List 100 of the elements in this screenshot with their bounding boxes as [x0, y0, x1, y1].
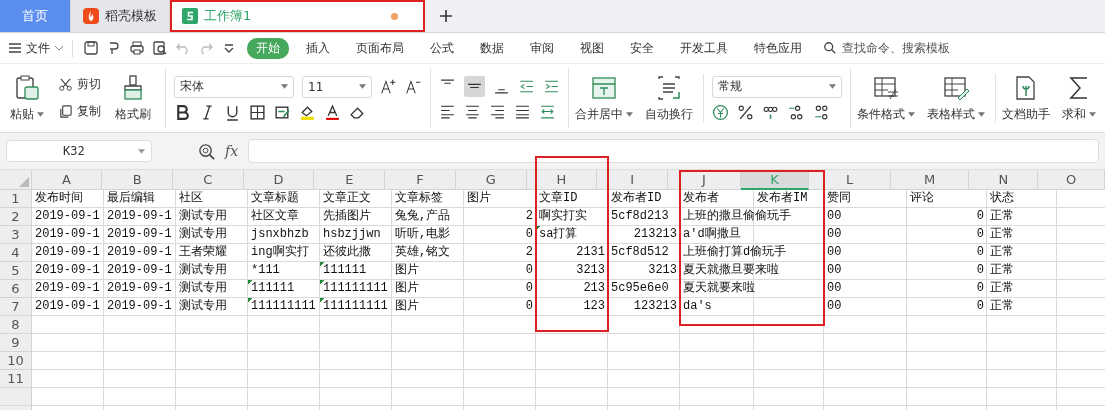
wrap-text-button[interactable]: 自动换行 [639, 73, 704, 123]
ribbon-tab[interactable]: 特色应用 [745, 37, 811, 59]
align-right-icon[interactable] [489, 103, 506, 120]
new-tab-icon[interactable] [439, 9, 453, 23]
conditional-format-button[interactable]: 条件格式 [851, 73, 921, 123]
fill-style-icon[interactable] [274, 103, 291, 121]
table-cell-text: 3213 [647, 262, 678, 279]
column-header[interactable]: O [1038, 170, 1105, 190]
decrease-indent-icon[interactable] [518, 78, 535, 95]
table-cell-text: 2019-09-1 [34, 226, 101, 243]
align-left-icon[interactable] [439, 103, 456, 120]
table-cell-text: 文章标题 [250, 190, 300, 207]
table-cell-text: 0 [975, 298, 985, 315]
row-header[interactable]: 8 [0, 316, 32, 334]
table-cell-text: 123 [582, 298, 606, 315]
sum-button[interactable]: 求和 [1056, 73, 1102, 123]
fill-color-icon[interactable] [299, 103, 316, 121]
caret-icon [138, 148, 145, 154]
row-header[interactable]: 11 [0, 370, 32, 388]
caret-icon [626, 111, 633, 117]
table-cell-text: 社区文章 [250, 208, 300, 225]
column-header[interactable]: G [455, 170, 527, 190]
row-header[interactable]: 4 [0, 244, 32, 262]
table-cell-text: 发布者IM [756, 190, 809, 207]
table-cell-text: 2019-09-1 [106, 280, 173, 297]
justify-icon[interactable] [514, 103, 531, 120]
caret-icon [978, 111, 985, 117]
merge-center-button[interactable]: 合并居中 [569, 73, 639, 123]
distribute-icon[interactable] [539, 103, 556, 120]
row-header[interactable]: 10 [0, 352, 32, 370]
column-header[interactable]: E [314, 170, 386, 190]
table-cell-text: ing啊实打 [250, 244, 310, 261]
table-cell-text: hsbzjjwn [322, 226, 382, 243]
save-icon[interactable] [83, 40, 99, 56]
ribbon-tab[interactable]: 视图 [571, 37, 613, 59]
row-header[interactable]: 6 [0, 280, 32, 298]
ribbon-tab[interactable]: 公式 [421, 37, 463, 59]
ribbon-tab[interactable]: 页面布局 [347, 37, 413, 59]
print-icon[interactable] [129, 40, 145, 56]
cut-button[interactable]: 剪切 [58, 76, 101, 93]
formula-field[interactable] [248, 139, 1099, 163]
currency-icon[interactable] [712, 103, 729, 121]
row-header[interactable]: 2 [0, 208, 32, 226]
copy-button[interactable]: 复制 [58, 103, 101, 120]
table-style-button[interactable]: 表格样式 [921, 73, 996, 123]
print-preview-icon[interactable] [152, 40, 168, 56]
table-cell-text: a'd啊撒旦 [682, 226, 742, 243]
table-cell-text: 0 [524, 280, 534, 297]
table-cell-text: 上班的撒旦偷偷玩手 [682, 208, 792, 225]
table-cell-text: 5cf8d512 [610, 244, 670, 261]
underline-icon[interactable] [224, 103, 241, 121]
ribbon-tab[interactable]: 审阅 [521, 37, 563, 59]
format-painter-button[interactable]: 格式刷 [109, 73, 157, 123]
command-search-field[interactable]: 查找命令、搜索模板 [823, 40, 974, 56]
paste-button[interactable]: 粘贴 [4, 73, 50, 123]
zoom-icon[interactable] [198, 142, 215, 160]
column-header[interactable]: A [31, 170, 103, 190]
align-middle-icon[interactable] [464, 76, 485, 97]
percent-icon[interactable] [737, 103, 754, 121]
document-tab[interactable]: 稻壳模板 [71, 0, 170, 32]
align-center-icon[interactable] [464, 103, 481, 120]
table-cell-text: 测试专用 [178, 280, 228, 297]
row-header[interactable]: 5 [0, 262, 32, 280]
ribbon-tab[interactable]: 数据 [471, 37, 513, 59]
column-header[interactable]: L [809, 170, 891, 190]
table-cell-text: 00 [826, 298, 843, 315]
row-header[interactable]: 9 [0, 334, 32, 352]
name-box[interactable]: K32 [6, 140, 152, 162]
font-size-field[interactable]: 11 [302, 75, 372, 98]
unsaved-dot [391, 12, 398, 20]
number-format-field[interactable]: 常规 [712, 75, 842, 98]
increase-decimal-icon[interactable] [787, 103, 804, 121]
increase-font-icon[interactable] [380, 78, 397, 95]
column-header[interactable]: D [243, 170, 315, 190]
table-cell-text: 测试专用 [178, 298, 228, 315]
increase-indent-icon[interactable] [543, 78, 560, 95]
column-header[interactable]: N [969, 170, 1039, 190]
column-header[interactable]: I [597, 170, 668, 190]
font-name-field[interactable]: 宋体 [174, 75, 294, 98]
decrease-font-icon[interactable] [405, 78, 422, 95]
ribbon-tab[interactable]: 安全 [621, 37, 663, 59]
row-header[interactable]: 7 [0, 298, 32, 316]
column-header[interactable]: C [172, 170, 244, 190]
column-header[interactable]: F [385, 170, 456, 190]
document-assistant-button[interactable]: 文档助手 [996, 73, 1056, 123]
ribbon-tab[interactable]: 插入 [297, 37, 339, 59]
row-header[interactable]: 3 [0, 226, 32, 244]
ribbon-tab[interactable]: 开发工具 [671, 37, 737, 59]
borders-icon[interactable] [249, 103, 266, 121]
decrease-decimal-icon[interactable] [812, 103, 829, 121]
column-header[interactable]: M [890, 170, 970, 190]
wrap-text-icon [655, 73, 683, 102]
row-header[interactable]: 1 [0, 190, 32, 208]
file-menu[interactable]: 文件 [8, 39, 73, 57]
font-color-icon[interactable] [324, 103, 341, 121]
table-cell-text: 2 [524, 244, 534, 261]
bold-icon[interactable] [174, 103, 191, 121]
column-header[interactable]: B [102, 170, 173, 190]
column-header[interactable]: H [526, 170, 598, 190]
function-label[interactable]: fx [225, 143, 239, 159]
